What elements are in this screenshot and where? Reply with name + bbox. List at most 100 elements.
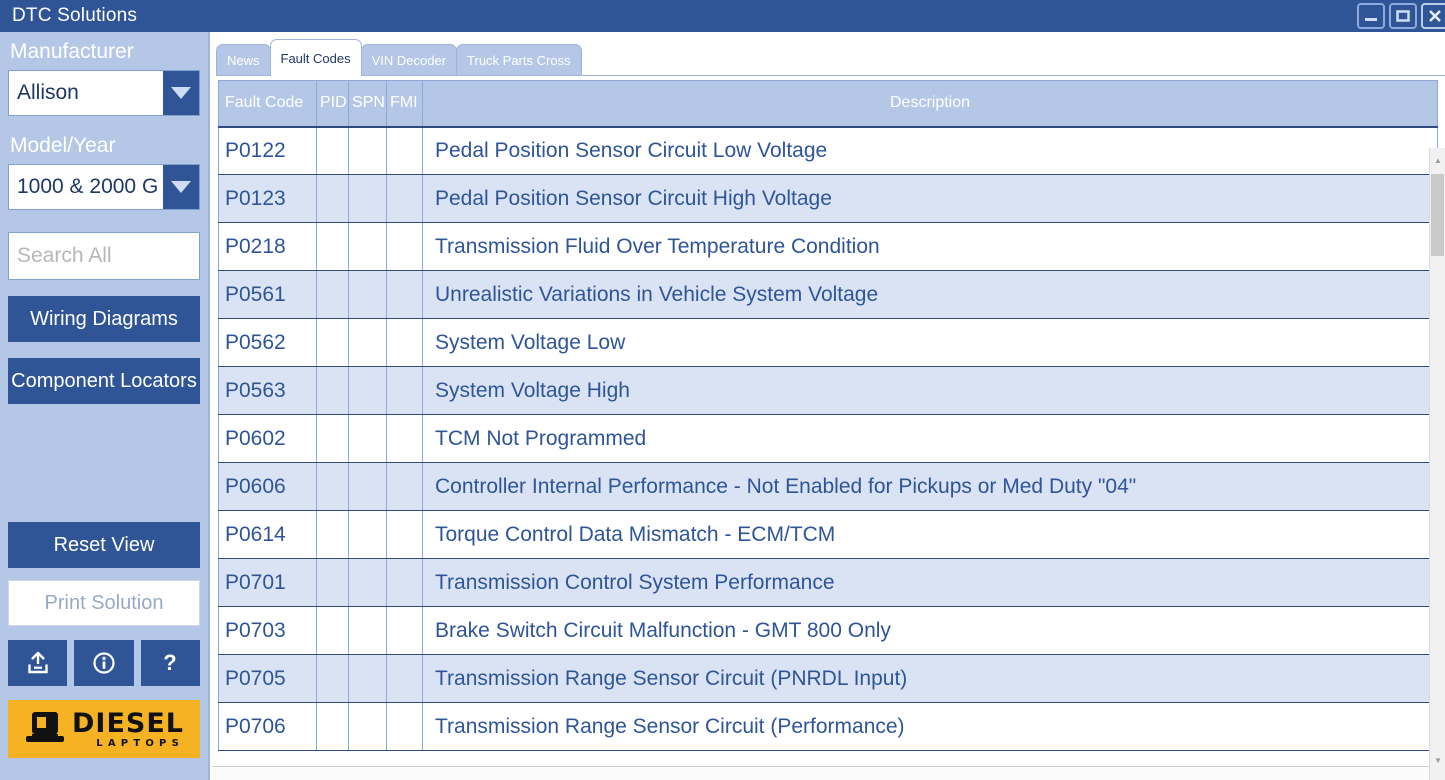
tab-vin-decoder[interactable]: VIN Decoder — [360, 44, 458, 76]
cell-spn — [348, 702, 387, 751]
component-locators-button[interactable]: Component Locators — [8, 358, 200, 404]
content-area: News Fault Codes VIN Decoder Truck Parts… — [212, 32, 1445, 780]
cell-code: P0706 — [218, 702, 317, 751]
cell-fmi — [386, 222, 423, 271]
fault-codes-table-container: Fault Code PID SPN FMI Description P0122… — [218, 80, 1438, 777]
cell-pid — [316, 126, 349, 175]
cell-pid — [316, 702, 349, 751]
cell-spn — [348, 462, 387, 511]
fault-codes-table: Fault Code PID SPN FMI Description P0122… — [218, 80, 1438, 751]
cell-pid — [316, 462, 349, 511]
cell-spn — [348, 174, 387, 223]
column-header-fmi[interactable]: FMI — [386, 80, 423, 128]
cell-pid — [316, 558, 349, 607]
cell-desc: Transmission Range Sensor Circuit (PNRDL… — [422, 654, 1438, 703]
minimize-button[interactable] — [1357, 3, 1385, 29]
cell-spn — [348, 366, 387, 415]
column-header-fault-code[interactable]: Fault Code — [218, 80, 317, 128]
cell-fmi — [386, 414, 423, 463]
cell-spn — [348, 654, 387, 703]
manufacturer-select[interactable]: Allison — [8, 70, 200, 116]
cell-spn — [348, 126, 387, 175]
cell-code: P0218 — [218, 222, 317, 271]
manufacturer-label: Manufacturer — [10, 40, 134, 63]
cell-pid — [316, 318, 349, 367]
cell-code: P0562 — [218, 318, 317, 367]
cell-pid — [316, 654, 349, 703]
cell-fmi — [386, 606, 423, 655]
close-button[interactable] — [1421, 3, 1445, 29]
vertical-scrollbar[interactable]: ▲ ▼ — [1429, 148, 1445, 780]
table-row[interactable]: P0606 Controller Internal Performance - N… — [218, 462, 1438, 511]
cell-desc: Controller Internal Performance - Not En… — [422, 462, 1438, 511]
cell-desc: Transmission Fluid Over Temperature Cond… — [422, 222, 1438, 271]
info-icon[interactable] — [74, 640, 134, 686]
cell-fmi — [386, 510, 423, 559]
table-row[interactable]: P0563 System Voltage High — [218, 366, 1438, 415]
scrollbar-thumb[interactable] — [1431, 174, 1444, 256]
tab-fault-codes[interactable]: Fault Codes — [269, 39, 362, 76]
help-icon[interactable]: ? — [140, 640, 200, 686]
table-row[interactable]: P0703 Brake Switch Circuit Malfunction - … — [218, 606, 1438, 655]
table-row[interactable]: P0701 Transmission Control System Perform… — [218, 558, 1438, 607]
table-row[interactable]: P0705 Transmission Range Sensor Circuit (… — [218, 654, 1438, 703]
table-row[interactable]: P0218 Transmission Fluid Over Temperature… — [218, 222, 1438, 271]
model-year-value: 1000 & 2000 G — [17, 175, 159, 198]
cell-desc: System Voltage High — [422, 366, 1438, 415]
table-row[interactable]: P0562 System Voltage Low — [218, 318, 1438, 367]
cell-spn — [348, 606, 387, 655]
cell-pid — [316, 510, 349, 559]
scroll-up-icon[interactable]: ▲ — [1430, 152, 1445, 168]
model-year-select[interactable]: 1000 & 2000 G — [8, 164, 200, 210]
table-row[interactable]: P0614 Torque Control Data Mismatch - ECM/… — [218, 510, 1438, 559]
cell-code: P0602 — [218, 414, 317, 463]
maximize-button[interactable] — [1389, 3, 1417, 29]
wiring-diagrams-button[interactable]: Wiring Diagrams — [8, 296, 200, 342]
title-bar: DTC Solutions — [0, 0, 1445, 32]
reset-view-button[interactable]: Reset View — [8, 522, 200, 568]
cell-code: P0701 — [218, 558, 317, 607]
cell-spn — [348, 414, 387, 463]
cell-desc: System Voltage Low — [422, 318, 1438, 367]
tab-strip: News Fault Codes VIN Decoder Truck Parts… — [216, 39, 582, 76]
tab-truck-parts-cross[interactable]: Truck Parts Cross — [456, 44, 582, 76]
cell-fmi — [386, 174, 423, 223]
cell-fmi — [386, 318, 423, 367]
cell-code: P0606 — [218, 462, 317, 511]
svg-text:?: ? — [164, 650, 177, 675]
scroll-down-icon[interactable]: ▼ — [1430, 752, 1445, 768]
manufacturer-value: Allison — [17, 81, 79, 104]
table-row[interactable]: P0122 Pedal Position Sensor Circuit Low V… — [218, 126, 1438, 175]
column-header-spn[interactable]: SPN — [348, 80, 387, 128]
table-body: P0122 Pedal Position Sensor Circuit Low V… — [218, 126, 1438, 751]
application-window: DTC Solutions Manufacturer Allison Model… — [0, 0, 1445, 780]
table-row[interactable]: P0706 Transmission Range Sensor Circuit (… — [218, 702, 1438, 751]
export-icon[interactable] — [8, 640, 68, 686]
cell-fmi — [386, 270, 423, 319]
search-container — [8, 232, 326, 280]
tab-news[interactable]: News — [216, 44, 271, 76]
cell-desc: Unrealistic Variations in Vehicle System… — [422, 270, 1438, 319]
cell-pid — [316, 366, 349, 415]
cell-desc: Torque Control Data Mismatch - ECM/TCM — [422, 510, 1438, 559]
cell-fmi — [386, 702, 423, 751]
cell-code: P0563 — [218, 366, 317, 415]
cell-spn — [348, 510, 387, 559]
cell-code: P0123 — [218, 174, 317, 223]
table-row[interactable]: P0123 Pedal Position Sensor Circuit High … — [218, 174, 1438, 223]
column-header-description[interactable]: Description — [422, 80, 1438, 128]
cell-code: P0561 — [218, 270, 317, 319]
chevron-down-icon[interactable] — [163, 71, 199, 115]
table-row[interactable]: P0561 Unrealistic Variations in Vehicle S… — [218, 270, 1438, 319]
sidebar-icon-row: ? — [8, 640, 200, 686]
column-header-pid[interactable]: PID — [316, 80, 349, 128]
table-row[interactable]: P0602 TCM Not Programmed — [218, 414, 1438, 463]
cell-fmi — [386, 462, 423, 511]
cell-desc: Pedal Position Sensor Circuit Low Voltag… — [422, 126, 1438, 175]
cell-pid — [316, 414, 349, 463]
cell-desc: Transmission Range Sensor Circuit (Perfo… — [422, 702, 1438, 751]
cell-spn — [348, 270, 387, 319]
print-solution-button[interactable]: Print Solution — [8, 580, 200, 626]
chevron-down-icon[interactable] — [163, 165, 199, 209]
horizontal-scrollbar[interactable] — [212, 766, 1429, 780]
